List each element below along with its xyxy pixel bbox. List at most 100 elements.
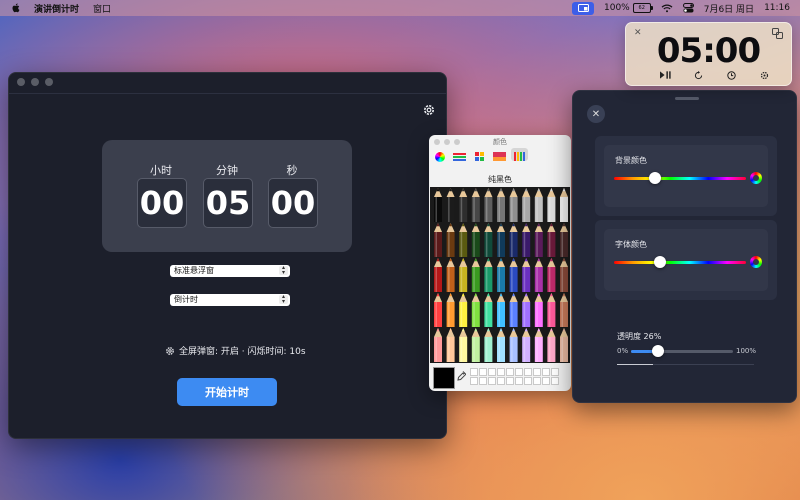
color-slot[interactable] — [479, 368, 487, 376]
color-slot[interactable] — [515, 368, 523, 376]
close-window-button[interactable] — [17, 78, 25, 86]
timer-card: 小时 分钟 秒 00 05 00 — [102, 140, 352, 252]
font-color-label: 字体颜色 — [615, 240, 647, 249]
color-slot[interactable] — [470, 377, 478, 385]
sliders-icon — [453, 153, 466, 161]
font-hue-slider[interactable] — [614, 256, 746, 268]
color-palettes-tab[interactable] — [471, 148, 488, 161]
gear-small-icon — [166, 346, 174, 355]
color-slot[interactable] — [524, 368, 532, 376]
font-color-wheel-icon[interactable] — [750, 256, 762, 268]
image-palette-icon — [493, 152, 506, 161]
color-slot[interactable] — [533, 368, 541, 376]
clock-icon[interactable] — [726, 70, 737, 80]
color-slot[interactable] — [488, 368, 496, 376]
timer-direction-value: 倒计时 — [174, 295, 198, 304]
seconds-label: 秒 — [286, 164, 298, 177]
pencils-tab[interactable] — [511, 148, 528, 161]
play-pause-icon[interactable] — [660, 70, 671, 80]
status-info: 全屏弹窗: 开启 · 闪烁时间: 10s — [165, 344, 306, 357]
selected-color-name: 纯黑色 — [488, 175, 512, 184]
menu-window[interactable]: 窗口 — [93, 2, 111, 15]
minutes-label: 分钟 — [216, 164, 238, 177]
color-slot[interactable] — [506, 377, 514, 385]
bg-color-group: 背景颜色 — [595, 136, 777, 216]
close-panel-button[interactable]: ✕ — [587, 105, 605, 123]
appearance-settings-panel: ✕ 背景颜色 字体颜色 透明度 26% 0% 100% — [572, 90, 797, 403]
bg-hue-knob[interactable] — [648, 172, 661, 184]
palettes-icon — [475, 152, 484, 161]
opacity-max-label: 100% — [736, 347, 757, 355]
app-status-item[interactable] — [572, 1, 594, 15]
colors-title: 颜色 — [493, 138, 507, 146]
opacity-label: 透明度 26% — [617, 332, 662, 341]
font-color-group: 字体颜色 — [595, 220, 777, 300]
color-slot[interactable] — [497, 377, 505, 385]
status-info-text: 全屏弹窗: 开启 · 闪烁时间: 10s — [179, 347, 306, 357]
color-slot[interactable] — [470, 368, 478, 376]
eyedropper-icon[interactable] — [456, 370, 466, 384]
timer-direction-select[interactable]: 倒计时 ▴ ▾ — [170, 294, 290, 306]
color-swatch-slots — [470, 368, 559, 385]
opacity-slider-knob[interactable] — [651, 345, 664, 357]
app-menu-name[interactable]: 演讲倒计时 — [34, 2, 79, 15]
color-slot[interactable] — [542, 377, 550, 385]
bg-color-wheel-icon[interactable] — [750, 172, 762, 184]
settings-icon[interactable] — [759, 70, 770, 80]
chevron-updown-icon: ▴ ▾ — [279, 294, 288, 304]
hours-label: 小时 — [150, 164, 172, 177]
color-slot[interactable] — [497, 368, 505, 376]
window-mode-select[interactable]: 标准悬浮窗 ▴ ▾ — [170, 265, 290, 277]
color-slot[interactable] — [542, 368, 550, 376]
panel-drag-handle[interactable] — [675, 97, 699, 100]
menu-date[interactable]: 7月6日 周日 — [704, 2, 754, 15]
opacity-progress-fill — [617, 364, 653, 365]
color-slot[interactable] — [533, 377, 541, 385]
main-window: 小时 分钟 秒 00 05 00 标准悬浮窗 ▴ ▾ 倒计时 ▴ ▾ 全屏弹窗: 开… — [8, 72, 447, 439]
floating-timer-display: 05:00 — [656, 31, 761, 71]
window-titlebar — [9, 73, 446, 94]
floating-timer-window[interactable]: ✕ 05:00 — [625, 22, 792, 86]
opacity-min-label: 0% — [617, 347, 629, 355]
color-slot[interactable] — [551, 377, 559, 385]
bg-hue-slider[interactable] — [614, 172, 746, 184]
seconds-input[interactable]: 00 — [268, 178, 318, 228]
color-slot[interactable] — [515, 377, 523, 385]
color-slot[interactable] — [488, 377, 496, 385]
menu-clock[interactable]: 11:16 — [764, 3, 790, 13]
menu-bar: 演讲倒计时 窗口 100% 62 7月6日 周日 11:16 — [0, 0, 800, 16]
image-palettes-tab[interactable] — [491, 148, 508, 161]
colors-panel: 颜色 纯黑色 — [429, 135, 571, 391]
color-wheel-icon — [434, 151, 445, 162]
opacity-progress-line — [617, 364, 754, 365]
pencil-grid[interactable] — [430, 187, 570, 363]
close-icon: ✕ — [591, 108, 601, 120]
color-slot[interactable] — [506, 368, 514, 376]
opacity-slider[interactable] — [631, 345, 733, 357]
current-color-swatch[interactable] — [433, 367, 455, 389]
window-mode-value: 标准悬浮窗 — [174, 266, 214, 275]
colors-footer — [429, 363, 571, 391]
bg-color-label: 背景颜色 — [615, 156, 647, 165]
color-slot[interactable] — [524, 377, 532, 385]
battery-status[interactable]: 100% 62 — [604, 3, 653, 13]
chevron-updown-icon: ▴ ▾ — [279, 265, 288, 275]
font-hue-knob[interactable] — [654, 256, 667, 268]
hours-input[interactable]: 00 — [137, 178, 187, 228]
color-slot[interactable] — [479, 377, 487, 385]
color-slot[interactable] — [551, 368, 559, 376]
color-wheel-tab[interactable] — [431, 148, 448, 162]
color-sliders-tab[interactable] — [451, 148, 468, 161]
minimize-window-button[interactable] — [31, 78, 39, 86]
reset-icon[interactable] — [693, 70, 704, 80]
start-timer-button[interactable]: 开始计时 — [177, 378, 277, 406]
minutes-input[interactable]: 05 — [203, 178, 253, 228]
battery-percent: 100% — [604, 3, 630, 13]
battery-icon: 62 — [632, 3, 653, 13]
apple-logo-icon[interactable] — [10, 2, 22, 14]
zoom-window-button[interactable] — [45, 78, 53, 86]
wifi-icon[interactable] — [661, 4, 673, 13]
settings-gear-icon[interactable] — [422, 103, 436, 117]
control-center-icon[interactable] — [682, 3, 694, 13]
window-icon — [577, 4, 589, 12]
